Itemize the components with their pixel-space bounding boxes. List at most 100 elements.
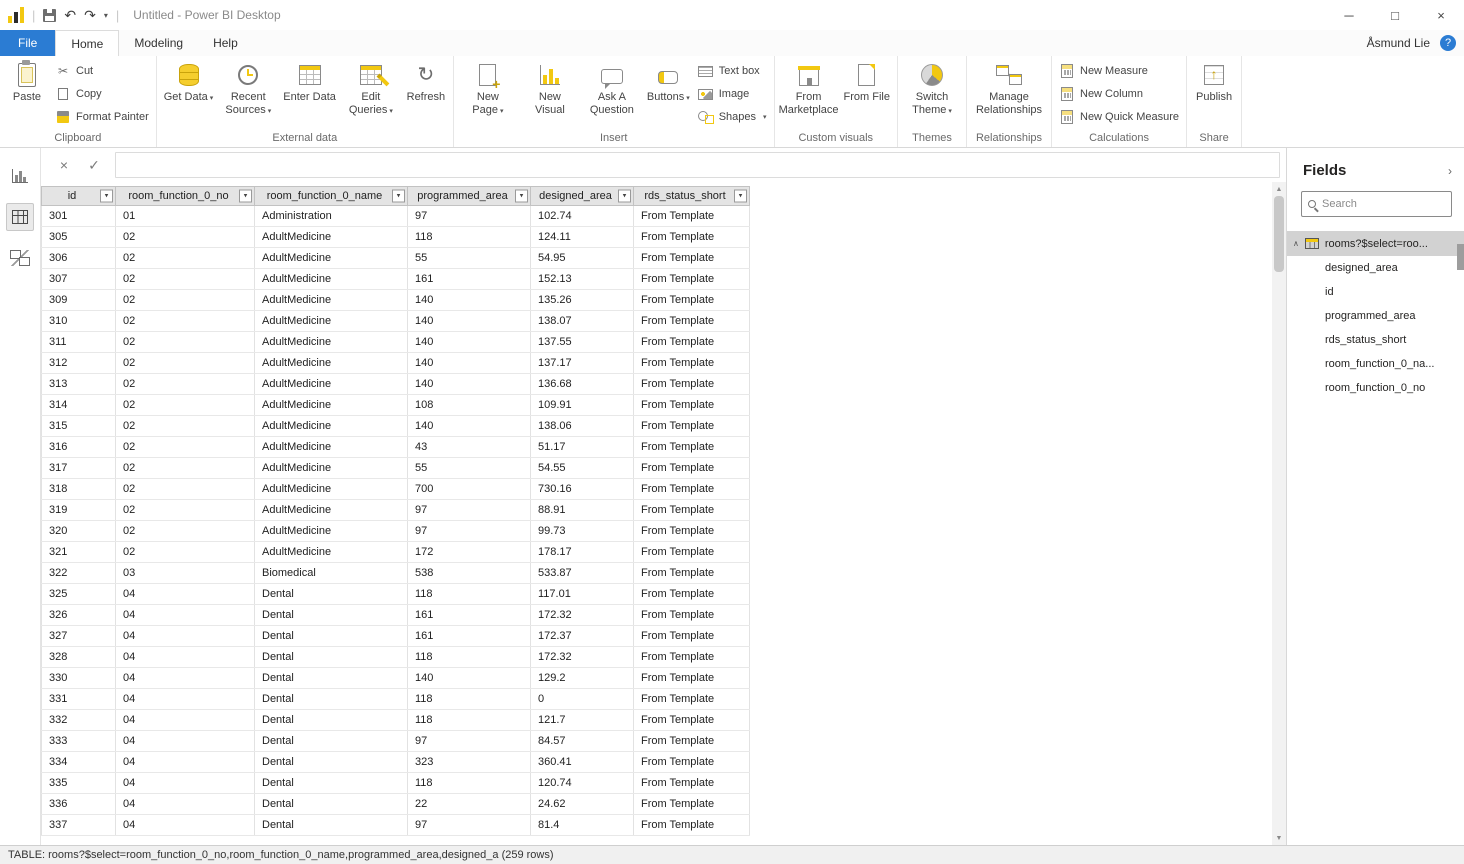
edit-queries-button[interactable]: Edit Queries▾ bbox=[340, 57, 402, 117]
table-cell[interactable]: From Template bbox=[634, 647, 750, 668]
column-filter-button[interactable]: ▾ bbox=[515, 190, 528, 203]
save-icon[interactable] bbox=[43, 9, 56, 22]
table-cell[interactable]: 04 bbox=[116, 794, 255, 815]
table-cell[interactable]: 04 bbox=[116, 731, 255, 752]
table-cell[interactable]: 51.17 bbox=[531, 437, 634, 458]
table-cell[interactable]: 02 bbox=[116, 416, 255, 437]
table-cell[interactable]: 161 bbox=[408, 269, 531, 290]
table-cell[interactable]: 117.01 bbox=[531, 584, 634, 605]
undo-icon[interactable]: ↶ bbox=[64, 8, 76, 22]
table-cell[interactable]: AdultMedicine bbox=[255, 458, 408, 479]
table-cell[interactable]: 172.32 bbox=[531, 605, 634, 626]
table-cell[interactable]: 04 bbox=[116, 605, 255, 626]
table-cell[interactable]: 120.74 bbox=[531, 773, 634, 794]
column-header[interactable]: id▾ bbox=[42, 187, 116, 206]
table-cell[interactable]: 140 bbox=[408, 668, 531, 689]
table-cell[interactable]: Dental bbox=[255, 773, 408, 794]
table-cell[interactable]: AdultMedicine bbox=[255, 500, 408, 521]
table-cell[interactable]: From Template bbox=[634, 668, 750, 689]
collapse-panel-icon[interactable]: › bbox=[1448, 164, 1452, 178]
table-cell[interactable]: 140 bbox=[408, 332, 531, 353]
table-cell[interactable]: AdultMedicine bbox=[255, 269, 408, 290]
table-cell[interactable]: 55 bbox=[408, 458, 531, 479]
table-cell[interactable]: AdultMedicine bbox=[255, 353, 408, 374]
table-cell[interactable]: AdultMedicine bbox=[255, 416, 408, 437]
table-cell[interactable]: 0 bbox=[531, 689, 634, 710]
table-row[interactable]: 30602AdultMedicine5554.95From Template bbox=[42, 248, 750, 269]
table-cell[interactable]: 118 bbox=[408, 647, 531, 668]
table-cell[interactable]: 22 bbox=[408, 794, 531, 815]
table-cell[interactable]: AdultMedicine bbox=[255, 248, 408, 269]
table-cell[interactable]: From Template bbox=[634, 731, 750, 752]
table-cell[interactable]: Dental bbox=[255, 815, 408, 836]
fields-scrollbar-thumb[interactable] bbox=[1457, 244, 1464, 270]
column-header[interactable]: designed_area▾ bbox=[531, 187, 634, 206]
table-cell[interactable]: 360.41 bbox=[531, 752, 634, 773]
table-cell[interactable]: Dental bbox=[255, 752, 408, 773]
table-cell[interactable]: 172.37 bbox=[531, 626, 634, 647]
column-filter-button[interactable]: ▾ bbox=[618, 190, 631, 203]
table-cell[interactable]: 118 bbox=[408, 584, 531, 605]
table-row[interactable]: 31602AdultMedicine4351.17From Template bbox=[42, 437, 750, 458]
table-cell[interactable]: 97 bbox=[408, 206, 531, 227]
table-cell[interactable]: 04 bbox=[116, 689, 255, 710]
table-cell[interactable]: 325 bbox=[42, 584, 116, 605]
table-cell[interactable]: 118 bbox=[408, 710, 531, 731]
table-cell[interactable]: AdultMedicine bbox=[255, 479, 408, 500]
manage-relationships-button[interactable]: Manage Relationships bbox=[970, 57, 1048, 117]
table-cell[interactable]: 97 bbox=[408, 731, 531, 752]
table-cell[interactable]: 327 bbox=[42, 626, 116, 647]
table-cell[interactable]: 54.55 bbox=[531, 458, 634, 479]
table-cell[interactable]: Dental bbox=[255, 647, 408, 668]
tab-home[interactable]: Home bbox=[55, 30, 119, 56]
table-cell[interactable]: 315 bbox=[42, 416, 116, 437]
table-cell[interactable]: 314 bbox=[42, 395, 116, 416]
table-cell[interactable]: 140 bbox=[408, 416, 531, 437]
table-cell[interactable]: From Template bbox=[634, 248, 750, 269]
table-row[interactable]: 30101Administration97102.74From Template bbox=[42, 206, 750, 227]
table-cell[interactable]: 02 bbox=[116, 479, 255, 500]
table-row[interactable]: 32604Dental161172.32From Template bbox=[42, 605, 750, 626]
table-cell[interactable]: From Template bbox=[634, 206, 750, 227]
table-cell[interactable]: 333 bbox=[42, 731, 116, 752]
table-cell[interactable]: 312 bbox=[42, 353, 116, 374]
table-cell[interactable]: 328 bbox=[42, 647, 116, 668]
format-painter-button[interactable]: Format Painter bbox=[55, 109, 149, 125]
table-cell[interactable]: Dental bbox=[255, 668, 408, 689]
table-row[interactable]: 32203Biomedical538533.87From Template bbox=[42, 563, 750, 584]
table-cell[interactable]: 322 bbox=[42, 563, 116, 584]
formula-confirm-icon[interactable]: ✓ bbox=[85, 157, 103, 174]
table-cell[interactable]: AdultMedicine bbox=[255, 542, 408, 563]
table-cell[interactable]: From Template bbox=[634, 479, 750, 500]
table-cell[interactable]: From Template bbox=[634, 794, 750, 815]
table-cell[interactable]: 330 bbox=[42, 668, 116, 689]
table-cell[interactable]: 02 bbox=[116, 374, 255, 395]
table-row[interactable]: 31902AdultMedicine9788.91From Template bbox=[42, 500, 750, 521]
table-cell[interactable]: From Template bbox=[634, 710, 750, 731]
table-cell[interactable]: 118 bbox=[408, 227, 531, 248]
table-cell[interactable]: 335 bbox=[42, 773, 116, 794]
field-item[interactable]: room_function_0_no bbox=[1287, 376, 1464, 400]
table-cell[interactable]: AdultMedicine bbox=[255, 395, 408, 416]
new-visual-button[interactable]: New Visual bbox=[519, 57, 581, 117]
table-cell[interactable]: AdultMedicine bbox=[255, 227, 408, 248]
table-cell[interactable]: 84.57 bbox=[531, 731, 634, 752]
table-cell[interactable]: 97 bbox=[408, 500, 531, 521]
table-cell[interactable]: 108 bbox=[408, 395, 531, 416]
table-cell[interactable]: 301 bbox=[42, 206, 116, 227]
table-cell[interactable]: 04 bbox=[116, 773, 255, 794]
tab-help[interactable]: Help bbox=[198, 30, 253, 56]
table-cell[interactable]: 321 bbox=[42, 542, 116, 563]
scrollbar-thumb[interactable] bbox=[1274, 196, 1284, 272]
table-cell[interactable]: 04 bbox=[116, 710, 255, 731]
table-row[interactable]: 33004Dental140129.2From Template bbox=[42, 668, 750, 689]
table-cell[interactable]: 152.13 bbox=[531, 269, 634, 290]
table-cell[interactable]: Dental bbox=[255, 605, 408, 626]
table-cell[interactable]: 138.06 bbox=[531, 416, 634, 437]
table-cell[interactable]: 03 bbox=[116, 563, 255, 584]
table-cell[interactable]: 700 bbox=[408, 479, 531, 500]
table-cell[interactable]: 02 bbox=[116, 542, 255, 563]
table-cell[interactable]: 43 bbox=[408, 437, 531, 458]
table-cell[interactable]: 140 bbox=[408, 353, 531, 374]
formula-cancel-icon[interactable]: × bbox=[55, 157, 73, 173]
